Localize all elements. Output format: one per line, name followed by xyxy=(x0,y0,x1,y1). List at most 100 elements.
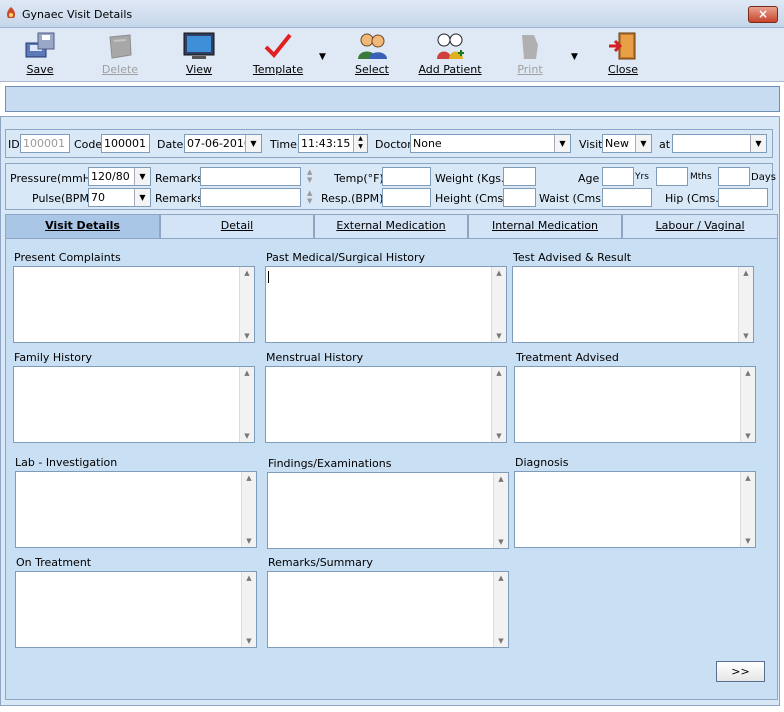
scrollbar[interactable]: ▲ ▼ xyxy=(740,367,755,442)
scroll-down-icon[interactable]: ▼ xyxy=(242,637,256,645)
family-history-textarea[interactable]: ▲ ▼ xyxy=(13,366,255,443)
scroll-up-icon[interactable]: ▲ xyxy=(240,369,254,377)
tab-labour-vaginal[interactable]: Labour / Vaginal Examination xyxy=(622,214,778,254)
scroll-down-icon[interactable]: ▼ xyxy=(240,432,254,440)
remarks-scroll-icon[interactable]: ▲ ▼ xyxy=(307,189,312,205)
scrollbar[interactable]: ▲ ▼ xyxy=(740,472,755,547)
remarks-summary-textarea[interactable]: ▲ ▼ xyxy=(267,571,509,648)
weight-input[interactable] xyxy=(503,167,536,186)
scroll-down-icon[interactable]: ▼ xyxy=(492,432,506,440)
scroll-up-icon[interactable]: ▲ xyxy=(741,474,755,482)
monitor-icon xyxy=(183,32,215,59)
scroll-down-icon[interactable]: ▼ xyxy=(242,537,256,545)
on-treatment-textarea[interactable]: ▲ ▼ xyxy=(15,571,257,648)
age-label: Age xyxy=(578,172,600,185)
age-months-input[interactable] xyxy=(656,167,688,186)
pressure-select[interactable]: 120/80 ▼ xyxy=(88,167,151,186)
remarks-label-2: Remarks xyxy=(155,192,203,205)
scroll-up-icon[interactable]: ▲ xyxy=(242,574,256,582)
view-label: View xyxy=(185,63,213,76)
select-label: Select xyxy=(355,63,389,76)
view-button[interactable]: View xyxy=(178,28,220,82)
age-days-input[interactable] xyxy=(718,167,750,186)
tab-internal-medication[interactable]: Internal Medication xyxy=(468,214,622,238)
at-select[interactable]: ▼ xyxy=(672,134,767,153)
date-picker[interactable]: 07-06-2016 ▼ xyxy=(184,134,262,153)
next-button[interactable]: >> xyxy=(716,661,765,682)
scroll-up-icon[interactable]: ▲ xyxy=(242,474,256,482)
scrollbar[interactable]: ▲ ▼ xyxy=(241,572,256,647)
scroll-up-icon[interactable]: ▲ xyxy=(240,269,254,277)
tab-detail[interactable]: Detail xyxy=(160,214,314,238)
tab-external-medication[interactable]: External Medication xyxy=(314,214,468,238)
scroll-down-icon[interactable]: ▼ xyxy=(240,332,254,340)
scrollbar[interactable]: ▲ ▼ xyxy=(491,367,506,442)
doctor-select[interactable]: None ▼ xyxy=(410,134,571,153)
resp-label: Resp.(BPM) xyxy=(321,192,384,205)
close-button[interactable]: Close xyxy=(601,28,645,82)
select-button[interactable]: Select xyxy=(350,28,394,82)
save-button[interactable]: Save xyxy=(18,28,62,82)
scrollbar[interactable]: ▲ ▼ xyxy=(239,267,254,342)
window-close-button[interactable]: × xyxy=(748,6,778,23)
height-input[interactable] xyxy=(503,188,536,207)
scroll-up-icon[interactable]: ▲ xyxy=(492,369,506,377)
time-value: 11:43:15 xyxy=(301,137,351,150)
menstrual-history-textarea[interactable]: ▲ ▼ xyxy=(265,366,507,443)
chevron-down-icon[interactable]: ▼ xyxy=(635,135,651,152)
print-dropdown-icon[interactable]: ▼ xyxy=(571,52,578,62)
scrollbar[interactable]: ▲ ▼ xyxy=(241,472,256,547)
print-button[interactable]: Print xyxy=(508,28,552,82)
scroll-up-icon[interactable]: ▲ xyxy=(492,269,506,277)
pulse-remarks-input[interactable] xyxy=(200,188,301,207)
id-field[interactable]: 100001 xyxy=(20,134,70,153)
age-years-input[interactable] xyxy=(602,167,634,186)
scrollbar[interactable]: ▲ ▼ xyxy=(493,473,508,548)
scrollbar[interactable]: ▲ ▼ xyxy=(493,572,508,647)
scroll-up-icon[interactable]: ▲ xyxy=(739,269,753,277)
chevron-down-icon[interactable]: ▼ xyxy=(750,135,766,152)
resp-input[interactable] xyxy=(382,188,431,207)
scrollbar[interactable]: ▲ ▼ xyxy=(239,367,254,442)
chevron-down-icon[interactable]: ▼ xyxy=(134,189,150,206)
scroll-down-icon[interactable]: ▼ xyxy=(494,538,508,546)
scroll-down-icon[interactable]: ▼ xyxy=(492,332,506,340)
remarks-scroll-icon[interactable]: ▲ ▼ xyxy=(307,168,312,184)
lab-investigation-textarea[interactable]: ▲ ▼ xyxy=(15,471,257,548)
code-field[interactable]: 100001 xyxy=(101,134,150,153)
diagnosis-textarea[interactable]: ▲ ▼ xyxy=(514,471,756,548)
scrollbar[interactable]: ▲ ▼ xyxy=(491,267,506,342)
scroll-down-icon[interactable]: ▼ xyxy=(741,432,755,440)
scroll-up-icon[interactable]: ▲ xyxy=(494,574,508,582)
chevron-down-icon[interactable]: ▼ xyxy=(134,168,150,185)
present-complaints-textarea[interactable]: ▲ ▼ xyxy=(13,266,255,343)
hip-input[interactable] xyxy=(718,188,768,207)
time-spinner-icon[interactable]: ▲ ▼ xyxy=(353,135,367,152)
scroll-down-icon[interactable]: ▼ xyxy=(494,637,508,645)
scroll-down-icon[interactable]: ▼ xyxy=(739,332,753,340)
temp-input[interactable] xyxy=(382,167,431,186)
delete-label: Delete xyxy=(101,63,139,76)
past-history-textarea[interactable]: ▲ ▼ xyxy=(265,266,507,343)
visit-type-select[interactable]: New ▼ xyxy=(602,134,652,153)
template-button[interactable]: Template xyxy=(250,28,306,82)
pulse-select[interactable]: 70 ▼ xyxy=(88,188,151,207)
pressure-remarks-input[interactable] xyxy=(200,167,301,186)
scrollbar[interactable]: ▲ ▼ xyxy=(738,267,753,342)
delete-button[interactable]: Delete xyxy=(98,28,142,82)
treatment-advised-textarea[interactable]: ▲ ▼ xyxy=(514,366,756,443)
chevron-down-icon[interactable]: ▼ xyxy=(554,135,570,152)
add-patient-label: Add Patient xyxy=(418,63,482,76)
add-patient-button[interactable]: Add Patient xyxy=(414,28,486,82)
scroll-down-icon[interactable]: ▼ xyxy=(741,537,755,545)
template-dropdown-icon[interactable]: ▼ xyxy=(319,52,326,62)
scroll-up-icon[interactable]: ▲ xyxy=(741,369,755,377)
scroll-up-icon[interactable]: ▲ xyxy=(494,475,508,483)
test-advised-textarea[interactable]: ▲ ▼ xyxy=(512,266,754,343)
waist-input[interactable] xyxy=(602,188,652,207)
findings-textarea[interactable]: ▲ ▼ xyxy=(267,472,509,549)
remarks-summary-label: Remarks/Summary xyxy=(268,556,373,569)
chevron-down-icon[interactable]: ▼ xyxy=(245,135,261,152)
time-field[interactable]: 11:43:15 ▲ ▼ xyxy=(298,134,368,153)
tab-visit-details[interactable]: Visit Details xyxy=(5,214,160,238)
